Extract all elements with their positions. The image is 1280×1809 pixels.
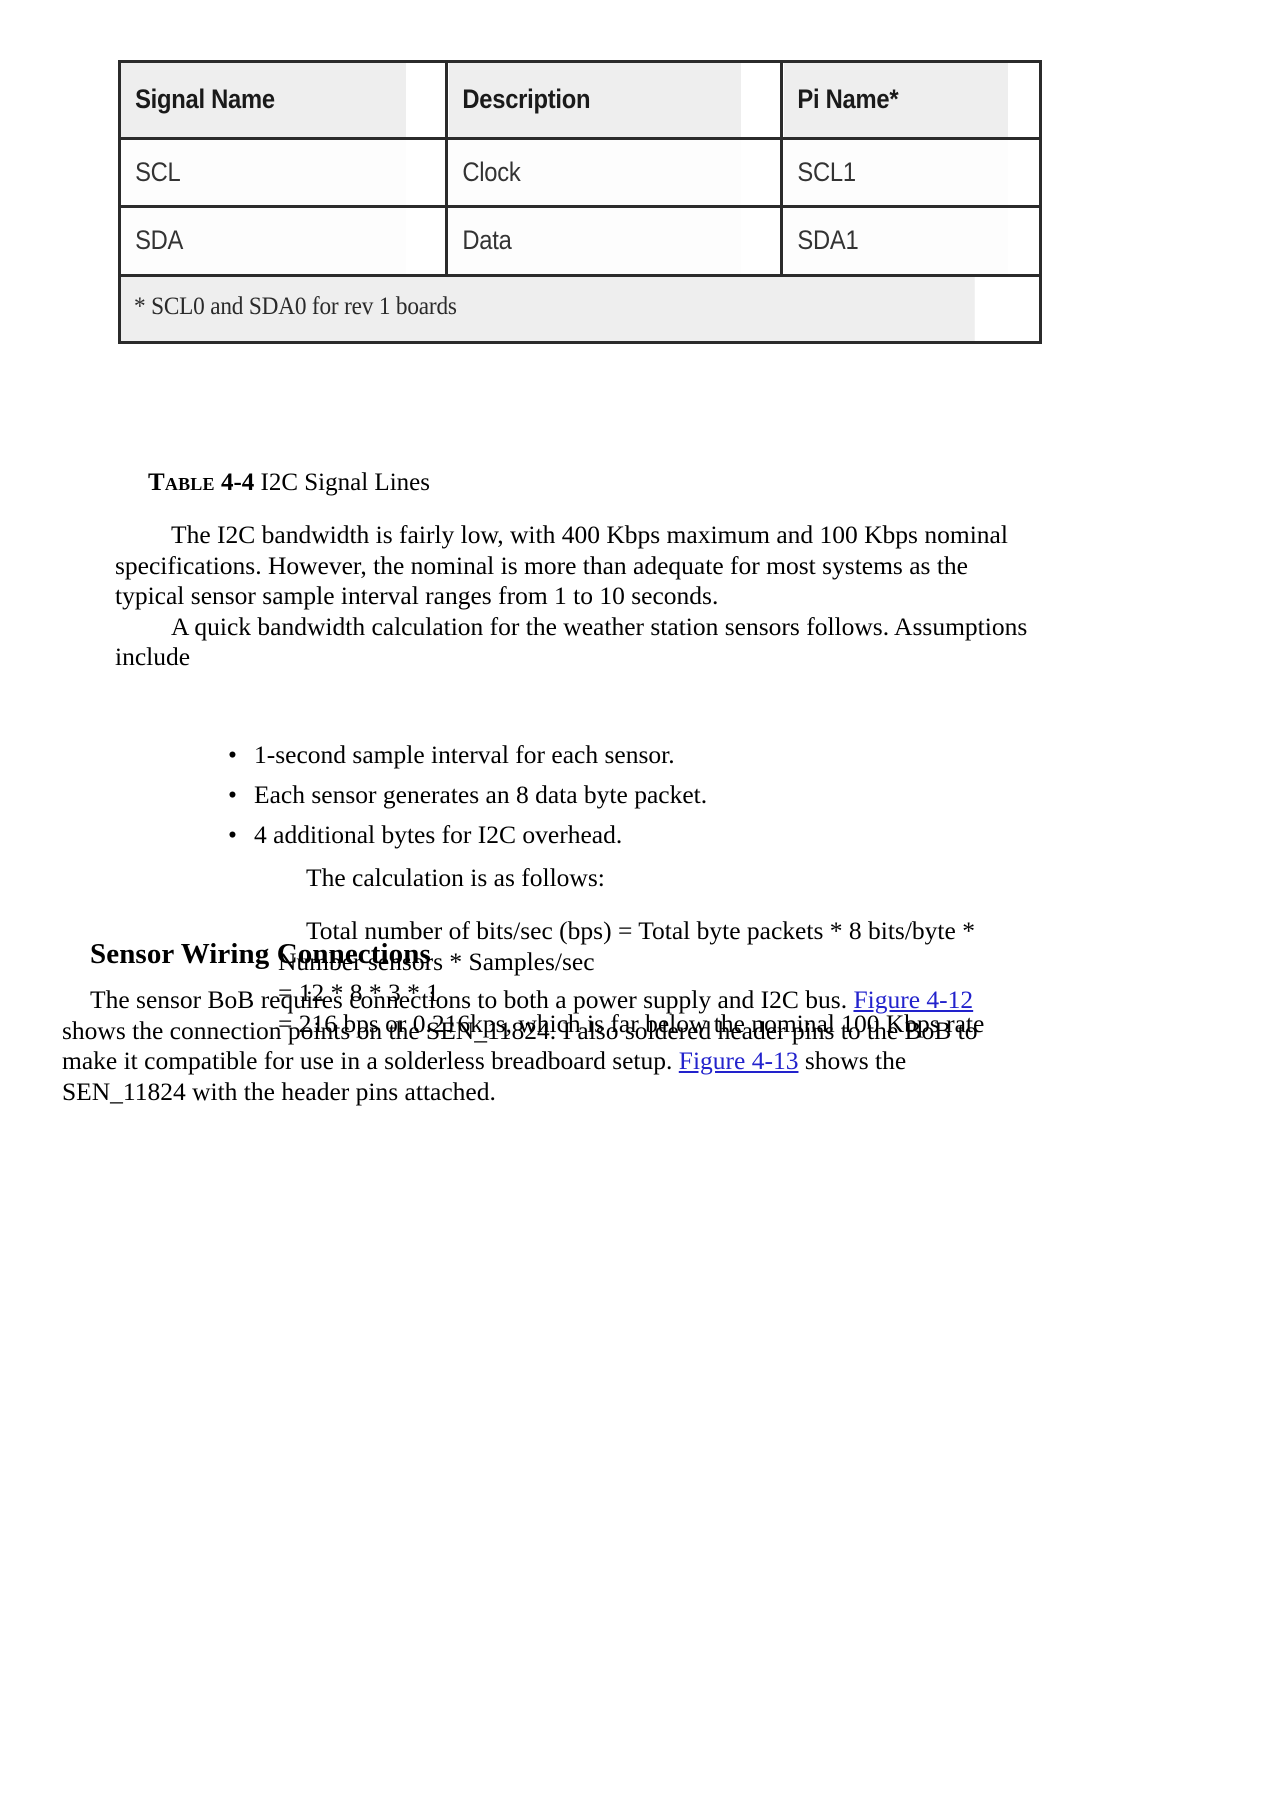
calculation-lead-in: The calculation is as follows:	[306, 863, 605, 892]
closing-segment-1: The sensor BoB requires connections to b…	[90, 985, 854, 1014]
cell-description-clock: Clock	[446, 138, 744, 209]
bullet-icon: •	[228, 780, 237, 809]
closing-paragraph: The sensor BoB requires connections to b…	[62, 985, 1032, 1107]
list-item-label: 4 additional bytes for I2C overhead.	[254, 820, 623, 849]
table-body: SCL Clock SCL1 SDA Data SDA1	[121, 138, 1039, 278]
list-item-label: 1-second sample interval for each sensor…	[254, 740, 675, 769]
column-header-signal-name: Signal Name	[121, 63, 410, 140]
section-heading-sensor-wiring-connections: Sensor Wiring Connections	[90, 938, 431, 970]
assumptions-bullet-list: • 1-second sample interval for each sens…	[228, 740, 988, 860]
table-row: SCL Clock SCL1	[121, 138, 1039, 209]
paragraph-assumptions-intro: A quick bandwidth calculation for the we…	[115, 611, 1028, 672]
bullet-icon: •	[228, 740, 237, 769]
column-header-pi-name: Pi Name*	[781, 63, 1009, 140]
list-item: • 1-second sample interval for each sens…	[228, 740, 988, 770]
figure-4-13-link[interactable]: Figure 4-13	[679, 1046, 799, 1075]
caption-keyword: Table	[148, 469, 215, 496]
cell-signal-name-sda: SDA	[121, 206, 410, 278]
bullet-icon: •	[228, 820, 237, 849]
table-row: SDA Data SDA1	[121, 206, 1039, 278]
cell-signal-name-scl: SCL	[121, 138, 410, 209]
table-figure-i2c-signal-lines: Signal Name Description Pi Name* SCL Clo…	[118, 60, 1042, 345]
paragraph-bandwidth: The I2C bandwidth is fairly low, with 40…	[115, 520, 1008, 610]
table-footnote: * SCL0 and SDA0 for rev 1 boards	[121, 277, 975, 342]
list-item: • 4 additional bytes for I2C overhead.	[228, 820, 988, 850]
closing-paragraph-block: The sensor BoB requires connections to b…	[62, 985, 1032, 1107]
cell-pi-name-scl1: SCL1	[781, 138, 1009, 209]
column-header-description: Description	[446, 63, 744, 140]
i2c-signal-lines-table: Signal Name Description Pi Name* SCL Clo…	[121, 63, 1039, 278]
table-caption: Table 4-4 I2C Signal Lines	[148, 468, 430, 498]
list-item-label: Each sensor generates an 8 data byte pac…	[254, 780, 708, 809]
document-page: Signal Name Description Pi Name* SCL Clo…	[0, 0, 1280, 1809]
table-header: Signal Name Description Pi Name*	[121, 63, 1039, 140]
cell-description-data: Data	[446, 206, 744, 278]
caption-text: I2C Signal Lines	[260, 469, 430, 496]
caption-number: 4-4	[220, 469, 255, 496]
body-text-column: The I2C bandwidth is fairly low, with 40…	[115, 520, 1035, 673]
list-item: • Each sensor generates an 8 data byte p…	[228, 780, 988, 810]
table-header-row: Signal Name Description Pi Name*	[121, 63, 1039, 140]
cell-pi-name-sda1: SDA1	[781, 206, 1009, 278]
figure-4-12-link[interactable]: Figure 4-12	[853, 985, 973, 1014]
